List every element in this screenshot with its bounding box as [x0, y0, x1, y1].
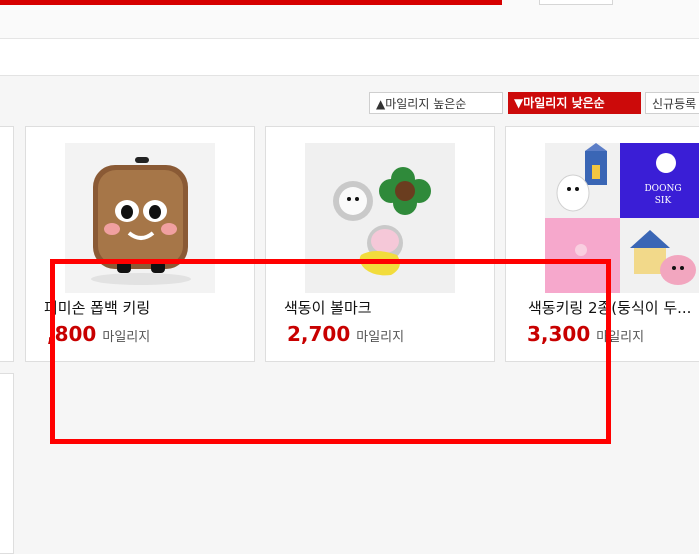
keyring-photo-4 — [620, 218, 699, 293]
keyring-photo-2: DOONG SIK — [620, 143, 699, 218]
sort-new-button[interactable]: 신규등록 — [645, 92, 699, 114]
header-accent-line — [0, 0, 502, 5]
annotation-highlight-box — [50, 259, 611, 444]
sort-mileage-high-button[interactable]: ▲마일리지 높은순 — [369, 92, 503, 114]
sort-mileage-low-button[interactable]: ▼마일리지 낮은순 — [508, 92, 641, 114]
filter-band — [0, 39, 699, 76]
header-field[interactable] — [539, 0, 613, 5]
svg-text:SIK: SIK — [655, 196, 672, 206]
side-panel — [0, 373, 14, 554]
product-card-partial[interactable] — [0, 126, 14, 362]
top-bar — [0, 0, 699, 39]
keyring-brand-text: DOONG — [644, 184, 681, 194]
keyring-photo-1 — [545, 143, 620, 218]
